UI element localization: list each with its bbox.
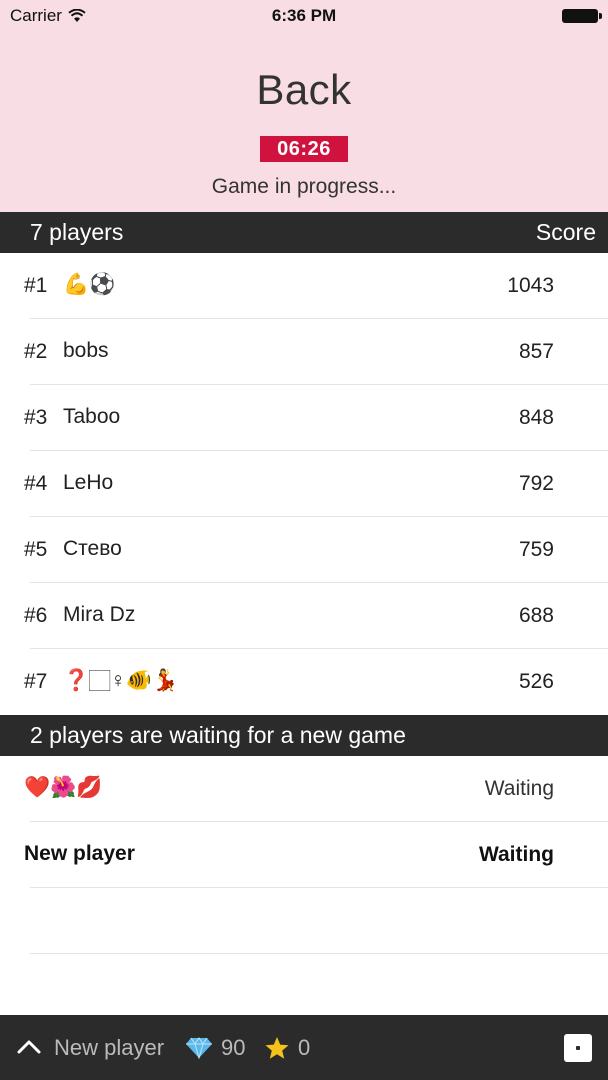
clock: 6:36 PM [271,6,337,25]
waiting-count-label: 2 players are waiting for a new game [30,722,406,748]
star-count: 0 [298,1035,311,1060]
bottom-toolbar: New player 90 0 [0,1015,608,1080]
player-name: Mira Dz [63,603,136,626]
player-row[interactable]: #2 bobs 857 [0,319,608,385]
player-rank: #3 [24,406,48,429]
players-section-header: 7 players Score [0,212,608,253]
player-name: Taboo [63,405,121,428]
player-rank: #7 [24,670,48,693]
waiting-section-header: 2 players are waiting for a new game [0,715,608,756]
menu-button[interactable] [564,1034,592,1062]
player-row[interactable]: #1 💪⚽ 1043 [0,253,608,319]
waiting-player-name: New player [24,842,135,865]
player-rank: #1 [24,274,48,297]
player-name: 💪⚽ [63,273,116,296]
player-rank: #5 [24,538,48,561]
battery-icon [562,9,602,23]
player-row[interactable]: #4 LeHo 792 [0,451,608,517]
current-player-name[interactable]: New player [54,1035,164,1061]
player-rank: #2 [24,340,48,363]
waiting-status: Waiting [484,777,554,800]
star-icon [265,1037,289,1059]
waiting-player-name: ❤️🌺💋 [24,776,103,799]
player-score: 848 [518,406,554,429]
player-score: 857 [518,340,554,363]
empty-row [0,888,608,954]
chevron-up-icon[interactable] [16,1034,42,1060]
waiting-player-row-self[interactable]: New player Waiting [0,822,608,888]
player-rank: #4 [24,472,48,495]
players-count-label: 7 players [30,219,124,245]
player-row[interactable]: #6 Mira Dz 688 [0,583,608,649]
waiting-status: Waiting [478,843,554,866]
player-score: 688 [518,604,554,627]
player-score: 1043 [507,274,554,297]
player-score: 792 [518,472,554,495]
player-name: bobs [63,339,109,362]
back-button[interactable]: Back [0,66,608,114]
player-row[interactable]: #5 Стево 759 [0,517,608,583]
status-bar: Carrier 6:36 PM [0,0,608,30]
player-name: Стево [63,537,122,560]
diamond-icon [186,1037,212,1059]
player-name: ❓🏻♀🐠💃 [63,669,179,692]
player-score: 526 [518,670,554,693]
player-row[interactable]: #3 Taboo 848 [0,385,608,451]
game-header: Back 06:26 Game in progress... [0,30,608,212]
player-rank: #6 [24,604,48,627]
row-divider [30,953,608,954]
player-name: LeHo [63,471,114,494]
score-column-label: Score [535,219,596,245]
player-row[interactable]: #7 ❓🏻♀🐠💃 526 [0,649,608,715]
game-timer: 06:26 [260,136,348,162]
player-score: 759 [518,538,554,561]
waiting-player-row[interactable]: ❤️🌺💋 Waiting [0,756,608,822]
game-status-text: Game in progress... [211,175,397,198]
gem-count: 90 [221,1035,246,1060]
